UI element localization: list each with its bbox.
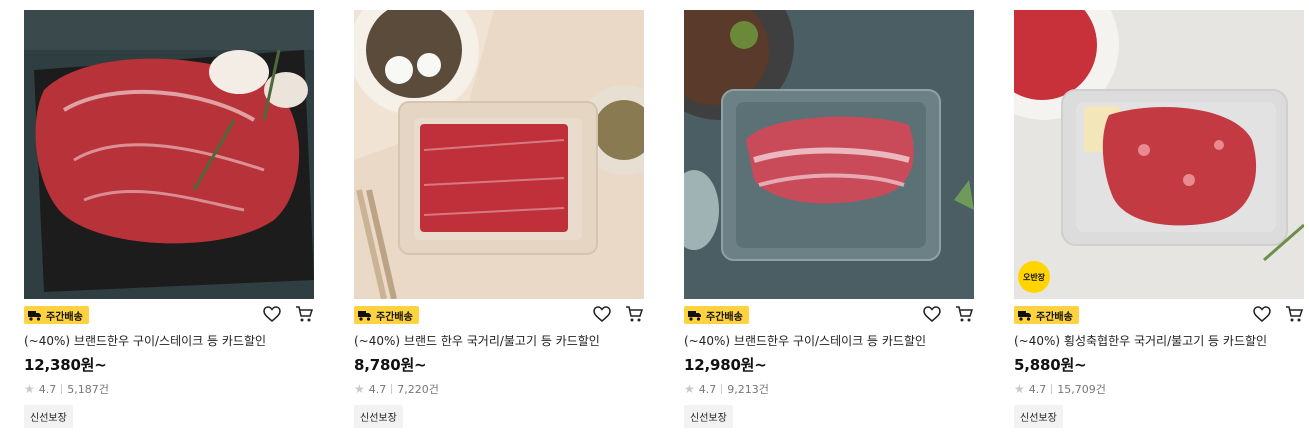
product-image[interactable] xyxy=(354,10,644,299)
product-meta: 주간배송 xyxy=(684,299,974,331)
truck-icon xyxy=(1018,309,1032,321)
heart-icon[interactable] xyxy=(262,304,282,324)
cart-icon[interactable] xyxy=(294,304,314,324)
divider xyxy=(61,384,63,394)
delivery-label: 주간배송 xyxy=(46,311,83,323)
product-card[interactable]: 오반장 주간배송 (~40%) 횡성축협한우 국거리/불고기 등 카드할인 5,… xyxy=(1014,10,1304,428)
delivery-badge: 주간배송 xyxy=(24,306,89,324)
product-row: 주간배송 (~40%) 브랜드한우 구이/스테이크 등 카드할인 12,380원… xyxy=(0,0,1309,445)
rating-row: ★ 4.7 7,220건 xyxy=(354,381,644,397)
image-tag-badge: 오반장 xyxy=(1018,261,1050,293)
star-icon: ★ xyxy=(684,382,695,396)
heart-icon[interactable] xyxy=(922,304,942,324)
review-count: 9,213건 xyxy=(727,383,769,396)
fresh-guarantee-badge: 신선보장 xyxy=(24,405,73,428)
truck-icon xyxy=(28,309,42,321)
cart-icon[interactable] xyxy=(624,304,644,324)
product-title[interactable]: (~40%) 브랜드 한우 국거리/불고기 등 카드할인 xyxy=(354,332,644,349)
delivery-badge: 주간배송 xyxy=(684,306,749,324)
fresh-guarantee-badge: 신선보장 xyxy=(354,405,403,428)
delivery-label: 주간배송 xyxy=(376,311,413,323)
delivery-badge: 주간배송 xyxy=(354,306,419,324)
review-count: 5,187건 xyxy=(67,383,109,396)
product-price: 5,880원~ xyxy=(1014,356,1087,374)
star-icon: ★ xyxy=(24,382,35,396)
delivery-label: 주간배송 xyxy=(1036,311,1073,323)
product-price: 8,780원~ xyxy=(354,356,427,374)
cart-icon[interactable] xyxy=(954,304,974,324)
product-price: 12,380원~ xyxy=(24,356,107,374)
truck-icon xyxy=(688,309,702,321)
truck-icon xyxy=(358,309,372,321)
product-price: 12,980원~ xyxy=(684,356,767,374)
product-card[interactable]: 주간배송 (~40%) 브랜드 한우 국거리/불고기 등 카드할인 8,780원… xyxy=(354,10,644,428)
product-image[interactable] xyxy=(24,10,314,299)
rating-row: ★ 4.7 5,187건 xyxy=(24,381,314,397)
review-count: 15,709건 xyxy=(1057,383,1106,396)
heart-icon[interactable] xyxy=(1252,304,1272,324)
product-image[interactable]: 오반장 xyxy=(1014,10,1304,299)
product-card[interactable]: 주간배송 (~40%) 브랜드한우 구이/스테이크 등 카드할인 12,380원… xyxy=(24,10,314,428)
divider xyxy=(1051,384,1053,394)
divider xyxy=(391,384,393,394)
delivery-badge: 주간배송 xyxy=(1014,306,1079,324)
rating-row: ★ 4.7 9,213건 xyxy=(684,381,974,397)
fresh-guarantee-badge: 신선보장 xyxy=(1014,405,1063,428)
rating-value: 4.7 xyxy=(368,382,387,396)
product-title[interactable]: (~40%) 브랜드한우 구이/스테이크 등 카드할인 xyxy=(684,332,974,349)
rating-value: 4.7 xyxy=(1028,382,1047,396)
star-icon: ★ xyxy=(354,382,365,396)
rating-value: 4.7 xyxy=(698,382,717,396)
rating-value: 4.7 xyxy=(38,382,57,396)
product-meta: 주간배송 xyxy=(1014,299,1304,331)
fresh-guarantee-badge: 신선보장 xyxy=(684,405,733,428)
product-image[interactable] xyxy=(684,10,974,299)
product-meta: 주간배송 xyxy=(24,299,314,331)
cart-icon[interactable] xyxy=(1284,304,1304,324)
rating-row: ★ 4.7 15,709건 xyxy=(1014,381,1304,397)
divider xyxy=(721,384,723,394)
review-count: 7,220건 xyxy=(397,383,439,396)
delivery-label: 주간배송 xyxy=(706,311,743,323)
product-title[interactable]: (~40%) 브랜드한우 구이/스테이크 등 카드할인 xyxy=(24,332,314,349)
heart-icon[interactable] xyxy=(592,304,612,324)
star-icon: ★ xyxy=(1014,382,1025,396)
product-card[interactable]: 주간배송 (~40%) 브랜드한우 구이/스테이크 등 카드할인 12,980원… xyxy=(684,10,974,428)
product-meta: 주간배송 xyxy=(354,299,644,331)
product-title[interactable]: (~40%) 횡성축협한우 국거리/불고기 등 카드할인 xyxy=(1014,332,1304,349)
